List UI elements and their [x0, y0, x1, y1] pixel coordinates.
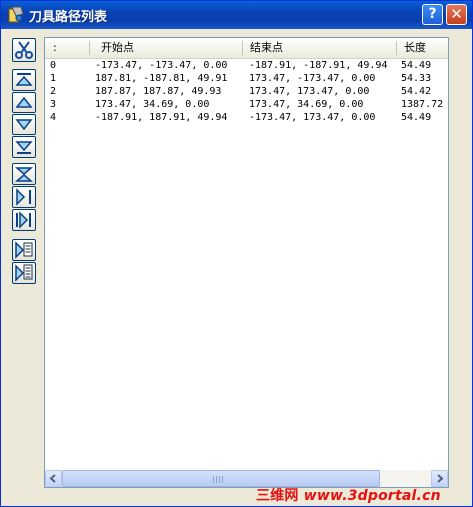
- export-icon: [15, 241, 33, 259]
- column-divider[interactable]: [396, 41, 397, 55]
- table-row[interactable]: 4 -187.91, 187.91, 49.94 -173.47, 173.47…: [45, 111, 448, 124]
- cell-index: 0: [50, 60, 57, 71]
- table-row[interactable]: 2 187.87, 187.87, 49.93 173.47, 173.47, …: [45, 85, 448, 98]
- scroll-left-button[interactable]: [45, 470, 62, 487]
- move-first-icon: [15, 73, 33, 86]
- reverse-horizontal-icon: [16, 188, 31, 206]
- cell-end: -173.47, 173.47, 0.00: [249, 112, 376, 123]
- move-down-button[interactable]: [12, 114, 36, 135]
- move-up-icon: [15, 96, 33, 108]
- export-all-icon: [15, 264, 33, 282]
- cell-start: 187.87, 187.87, 49.93: [95, 86, 222, 97]
- cut-button[interactable]: [12, 38, 36, 62]
- toolpath-list-window: 刀具路径列表 ? ✕: 开始点 结束点 长度 0 -173.47, -173.…: [0, 0, 473, 507]
- cell-index: 2: [50, 86, 57, 97]
- column-header-end[interactable]: 结束点: [248, 38, 393, 57]
- move-first-button[interactable]: [12, 69, 36, 91]
- cell-start: 187.81, -187.81, 49.91: [95, 73, 228, 84]
- cell-length: 54.49: [401, 60, 432, 71]
- reverse-vertical-button[interactable]: [12, 163, 36, 185]
- column-divider[interactable]: [242, 41, 243, 55]
- move-down-icon: [15, 119, 33, 131]
- reverse-order-icon: [16, 211, 31, 229]
- cell-end: -187.91, -187.91, 49.94: [249, 60, 388, 71]
- cell-index: 1: [50, 73, 57, 84]
- cell-length: 54.42: [401, 86, 432, 97]
- watermark-url: www.3dportal.cn: [303, 488, 441, 504]
- cell-length: 1387.72: [401, 99, 444, 110]
- column-header-length[interactable]: 长度: [402, 38, 448, 57]
- title-bar[interactable]: 刀具路径列表 ? ✕: [1, 1, 472, 29]
- cell-index: 3: [50, 99, 57, 110]
- cell-index: 4: [50, 112, 57, 123]
- toolpath-table[interactable]: : 开始点 结束点 长度 0 -173.47, -173.47, 0.00 -1…: [44, 37, 449, 488]
- cell-end: 173.47, 173.47, 0.00: [249, 86, 370, 97]
- cell-start: -173.47, -173.47, 0.00: [95, 60, 228, 71]
- move-last-button[interactable]: [12, 136, 36, 158]
- close-button[interactable]: ✕: [446, 4, 467, 25]
- help-button[interactable]: ?: [422, 4, 443, 25]
- cell-length: 54.49: [401, 112, 432, 123]
- column-header-start[interactable]: 开始点: [99, 38, 239, 57]
- watermark: 三维网 www.3dportal.cn: [256, 485, 441, 505]
- window-title: 刀具路径列表: [29, 10, 108, 25]
- chevron-left-icon: [49, 474, 56, 483]
- table-header: : 开始点 结束点 长度: [45, 38, 448, 59]
- cell-end: 173.47, -173.47, 0.00: [249, 73, 376, 84]
- table-row[interactable]: 3 173.47, 34.69, 0.00 173.47, 34.69, 0.0…: [45, 98, 448, 111]
- reverse-vertical-icon: [14, 167, 34, 182]
- chevron-right-icon: [437, 474, 444, 483]
- grip-icon: [213, 476, 225, 483]
- reverse-horizontal-button[interactable]: [12, 186, 36, 208]
- cell-start: 173.47, 34.69, 0.00: [95, 99, 210, 110]
- export-button[interactable]: [12, 239, 36, 261]
- table-row[interactable]: 0 -173.47, -173.47, 0.00 -187.91, -187.9…: [45, 59, 448, 72]
- column-divider[interactable]: [89, 41, 90, 55]
- table-row[interactable]: 1 187.81, -187.81, 49.91 173.47, -173.47…: [45, 72, 448, 85]
- move-last-icon: [15, 141, 33, 154]
- column-header-index[interactable]: :: [51, 38, 91, 57]
- cell-start: -187.91, 187.91, 49.94: [95, 112, 228, 123]
- watermark-cn: 三维网: [256, 488, 299, 504]
- scissors-icon: [15, 41, 33, 59]
- app-icon: [8, 6, 24, 23]
- export-all-button[interactable]: [12, 262, 36, 284]
- reverse-order-button[interactable]: [12, 209, 36, 231]
- cell-end: 173.47, 34.69, 0.00: [249, 99, 364, 110]
- move-up-button[interactable]: [12, 92, 36, 113]
- cell-length: 54.33: [401, 73, 432, 84]
